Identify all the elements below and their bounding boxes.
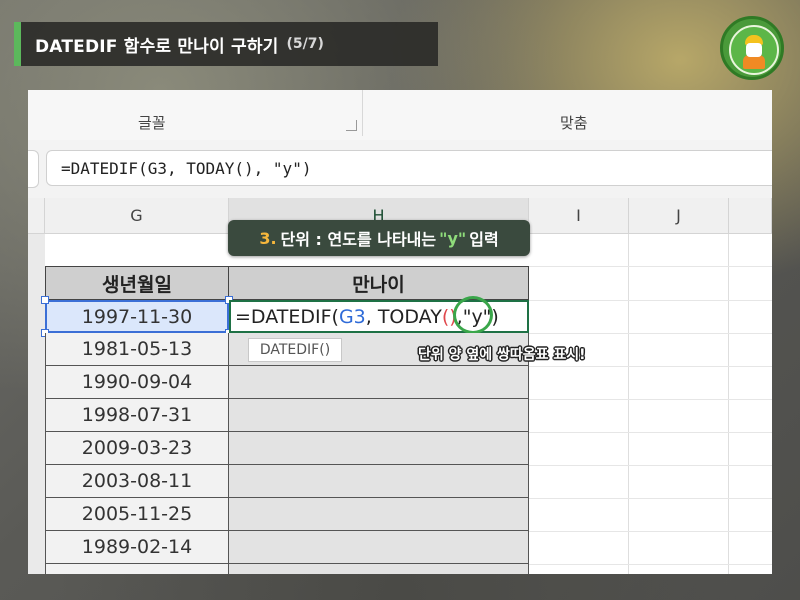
cell-g3-selected[interactable]: 1997-11-30	[45, 300, 229, 333]
highlight-circle	[453, 296, 493, 334]
column-header-g[interactable]: G	[45, 198, 229, 234]
cell-h9[interactable]	[229, 498, 529, 531]
ribbon: 글꼴 맞춤	[28, 90, 772, 141]
spreadsheet-window: 글꼴 맞춤 =DATEDIF(G3, TODAY(), "y") G H I J…	[28, 90, 772, 574]
callout-text: 단위 : 연도를 나타내는	[280, 230, 437, 249]
column-header-j[interactable]: J	[629, 198, 729, 234]
formula-bar-button[interactable]	[28, 150, 39, 188]
column-header-k[interactable]	[729, 198, 772, 234]
formula-today: , TODAY	[365, 305, 442, 328]
dialog-launcher-icon[interactable]	[346, 120, 357, 131]
cell-g9[interactable]: 2005-11-25	[45, 498, 229, 531]
cell-h10[interactable]	[229, 531, 529, 564]
header-cell-birthdate[interactable]: 생년월일	[45, 266, 229, 300]
slide-title: DATEDIF 함수로 만나이 구하기	[35, 36, 279, 57]
formula-ref-g3: G3	[338, 305, 366, 328]
slide-title-bar: DATEDIF 함수로 만나이 구하기 (5/7)	[14, 22, 438, 66]
cell-g10[interactable]: 1989-02-14	[45, 531, 229, 564]
cell-h11[interactable]	[229, 564, 529, 574]
row-header-strip	[28, 234, 45, 574]
cell-h7[interactable]	[229, 432, 529, 465]
ribbon-separator	[362, 90, 363, 136]
cell-h6[interactable]	[229, 399, 529, 432]
ribbon-group-align: 맞춤	[560, 114, 588, 132]
header-cell-age[interactable]: 만나이	[228, 266, 529, 300]
corner-header[interactable]	[28, 198, 45, 234]
ribbon-group-font: 글꼴	[138, 114, 166, 132]
cell-g6[interactable]: 1998-07-31	[45, 399, 229, 432]
cell-h5[interactable]	[229, 366, 529, 399]
step-callout: 3. 단위 : 연도를 나타내는 "y" 입력	[228, 220, 530, 256]
tip-note: 단위 양 옆에 쌍따옴표 표시!	[418, 347, 586, 363]
cell-g4[interactable]: 1981-05-13	[45, 333, 229, 366]
callout-number: 3.	[259, 228, 277, 248]
function-tooltip[interactable]: DATEDIF()	[248, 338, 342, 362]
callout-quoted: "y"	[439, 228, 467, 248]
callout-text-after: 입력	[469, 230, 499, 249]
formula-prefix: =DATEDIF(	[235, 305, 339, 328]
slide-step: (5/7)	[286, 36, 324, 52]
cell-h8[interactable]	[229, 465, 529, 498]
column-header-i[interactable]: I	[529, 198, 629, 234]
selection-handle[interactable]	[41, 296, 49, 304]
formula-bar-input[interactable]: =DATEDIF(G3, TODAY(), "y")	[46, 150, 772, 186]
cell-g7[interactable]: 2009-03-23	[45, 432, 229, 465]
cell-g8[interactable]: 2003-08-11	[45, 465, 229, 498]
cell-g5[interactable]: 1990-09-04	[45, 366, 229, 399]
formula-bar-area: =DATEDIF(G3, TODAY(), "y")	[28, 140, 772, 198]
character-logo-icon	[720, 16, 784, 80]
cell-g11[interactable]	[45, 564, 229, 574]
